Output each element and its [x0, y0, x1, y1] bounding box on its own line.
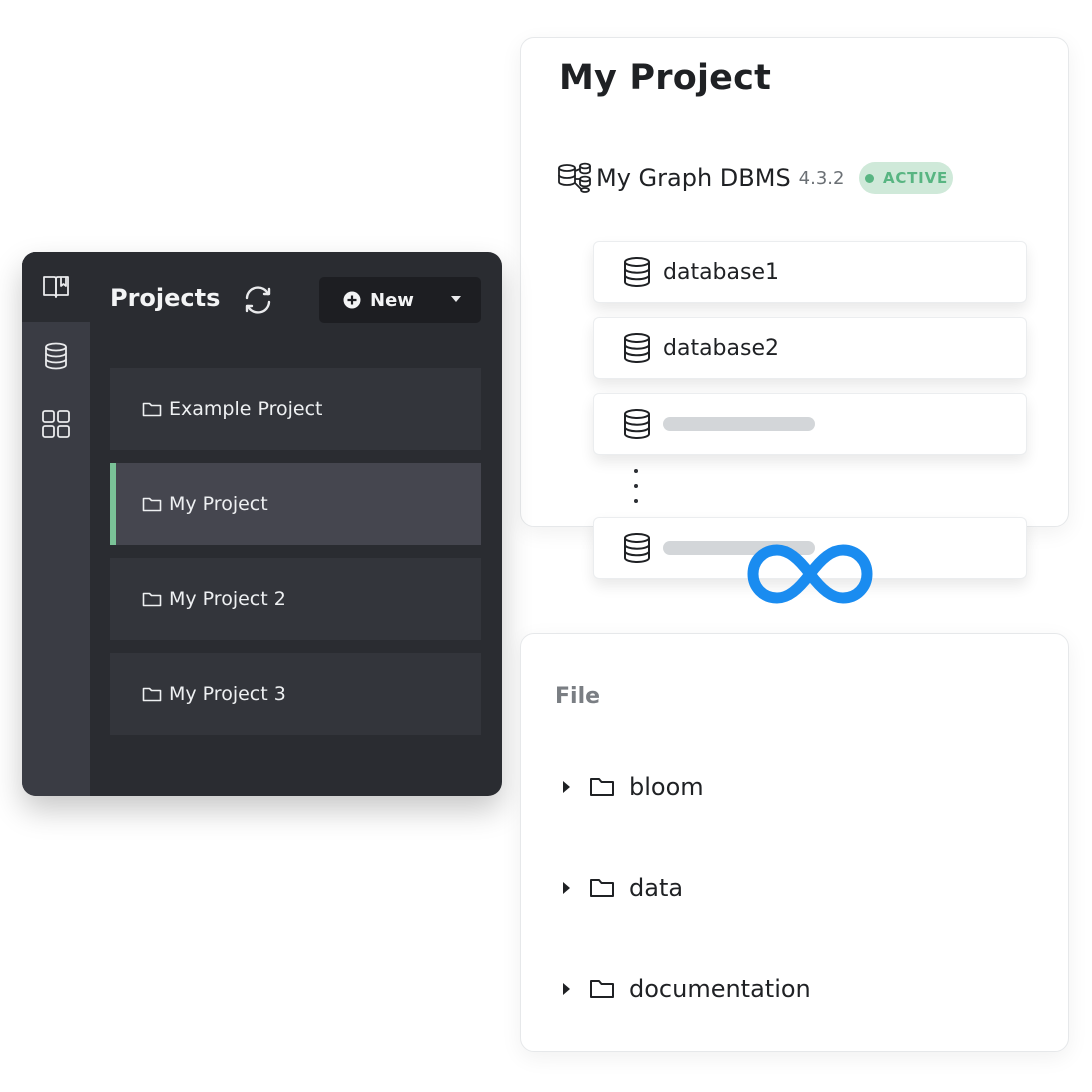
caret-right-icon[interactable] [561, 982, 575, 996]
file-tree-item-data[interactable]: data [561, 870, 683, 906]
dbms-name: My Graph DBMS [596, 164, 791, 192]
file-tree-label: documentation [629, 975, 811, 1003]
folder-icon [142, 495, 162, 513]
folder-icon [589, 775, 617, 799]
folder-icon [589, 876, 617, 900]
database-name: database1 [663, 259, 779, 285]
book-icon[interactable] [36, 267, 76, 307]
status-badge: ACTIVE [859, 162, 954, 194]
database-icon [622, 332, 654, 364]
panel-title: Projects [110, 284, 221, 312]
refresh-icon[interactable] [238, 280, 278, 320]
file-tree-label: data [629, 874, 684, 902]
file-tree-item-documentation[interactable]: documentation [561, 971, 811, 1007]
project-item-example-project[interactable]: Example Project [110, 368, 481, 450]
database-row[interactable]: database2 [593, 317, 1027, 379]
plus-circle-icon [343, 291, 361, 309]
folder-icon [142, 400, 162, 418]
caret-down-icon[interactable] [451, 295, 461, 303]
caret-right-icon[interactable] [561, 881, 575, 895]
dbms-row[interactable]: My Graph DBMS 4.3.2 ACTIVE [557, 160, 954, 196]
icon-rail [22, 252, 90, 796]
status-dot-icon [864, 173, 874, 183]
database-icon [622, 532, 654, 564]
projects-panel: Projects New Example Project My Project … [22, 252, 502, 796]
caret-right-icon[interactable] [561, 780, 575, 794]
project-title: My Project [559, 58, 771, 98]
file-tree-item-bloom[interactable]: bloom [561, 769, 704, 805]
project-item-my-project-2[interactable]: My Project 2 [110, 558, 481, 640]
project-item-label: My Project 2 [169, 588, 286, 610]
project-item-label: My Project [169, 493, 268, 515]
database-row[interactable]: database1 [593, 241, 1027, 303]
database-row[interactable] [593, 393, 1027, 455]
project-item-label: My Project 3 [169, 683, 286, 705]
file-card: File bloom data documentation [520, 633, 1069, 1052]
dbms-version: 4.3.2 [798, 167, 845, 189]
file-tree-label: bloom [629, 773, 704, 801]
database-icon [622, 256, 654, 288]
database-icon [622, 408, 654, 440]
graph-dbms-icon [557, 160, 593, 196]
selected-indicator [110, 463, 116, 545]
project-item-label: Example Project [169, 398, 323, 420]
project-item-my-project-3[interactable]: My Project 3 [110, 653, 481, 735]
apps-grid-icon[interactable] [36, 404, 76, 444]
database-icon[interactable] [36, 336, 76, 376]
new-project-button[interactable]: New [319, 277, 481, 323]
project-item-my-project[interactable]: My Project [110, 463, 481, 545]
file-panel-title: File [555, 684, 601, 709]
folder-icon [142, 590, 162, 608]
folder-icon [589, 977, 617, 1001]
database-name: database2 [663, 335, 779, 361]
status-label: ACTIVE [882, 169, 949, 187]
infinity-icon [741, 538, 879, 610]
new-button-label: New [370, 289, 414, 311]
more-databases-ellipsis [632, 469, 640, 503]
folder-icon [142, 685, 162, 703]
database-name-placeholder [663, 417, 815, 431]
